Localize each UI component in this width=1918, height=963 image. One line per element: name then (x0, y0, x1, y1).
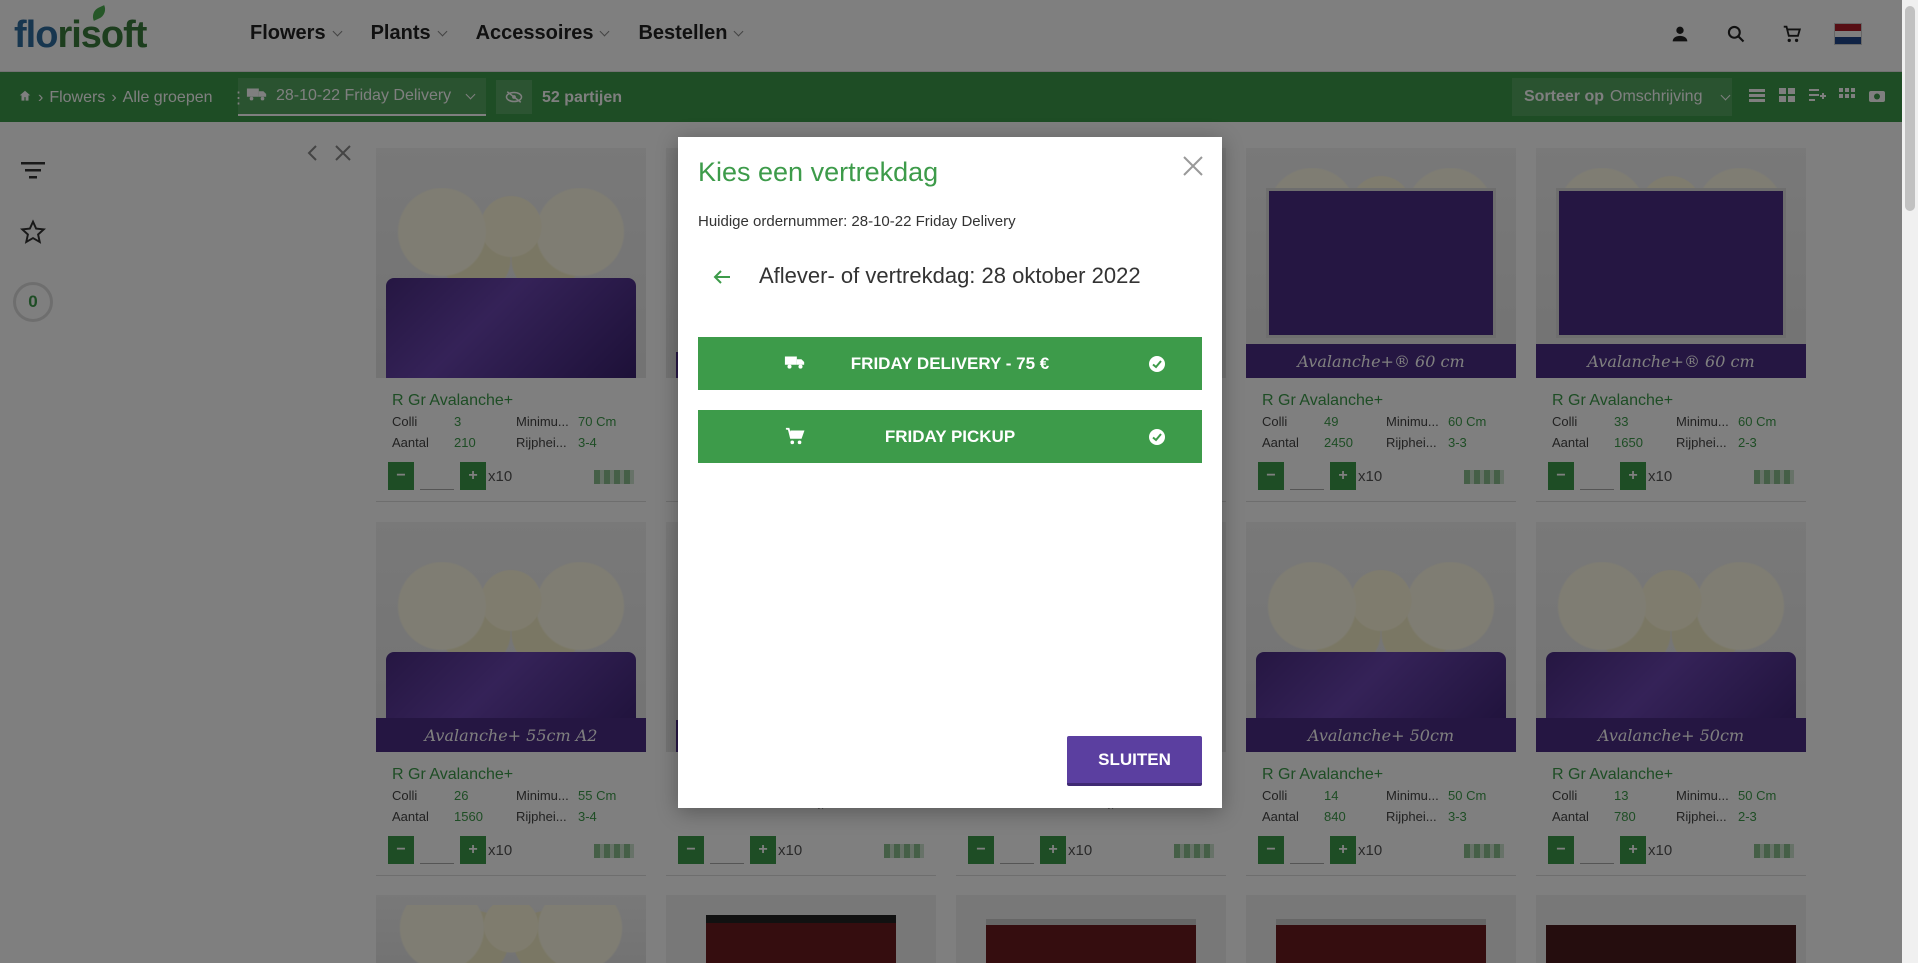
cart-icon (784, 426, 806, 448)
departure-day-modal: Kies een vertrekdag Huidige ordernummer:… (678, 137, 1222, 808)
friday-pickup-label: FRIDAY PICKUP (884, 426, 1016, 446)
close-button[interactable]: SLUITEN (1067, 736, 1202, 786)
arrow-left-icon[interactable] (710, 265, 734, 289)
page-scrollbar[interactable] (1902, 0, 1918, 963)
current-order-line: Huidige ordernummer: 28-10-22 Friday Del… (698, 213, 1016, 230)
modal-title: Kies een vertrekdag (698, 157, 939, 187)
check-circle-icon (1148, 355, 1166, 373)
truck-icon (784, 353, 806, 375)
friday-delivery-label: FRIDAY DELIVERY - 75 € (850, 353, 1050, 373)
close-icon[interactable] (1180, 153, 1206, 179)
scrollbar-thumb[interactable] (1905, 6, 1915, 211)
friday-delivery-button[interactable]: FRIDAY DELIVERY - 75 € (698, 337, 1202, 390)
check-circle-icon (1148, 428, 1166, 446)
delivery-day-title: Aflever- of vertrekdag: 28 oktober 2022 (759, 263, 1141, 288)
friday-pickup-button[interactable]: FRIDAY PICKUP (698, 410, 1202, 463)
